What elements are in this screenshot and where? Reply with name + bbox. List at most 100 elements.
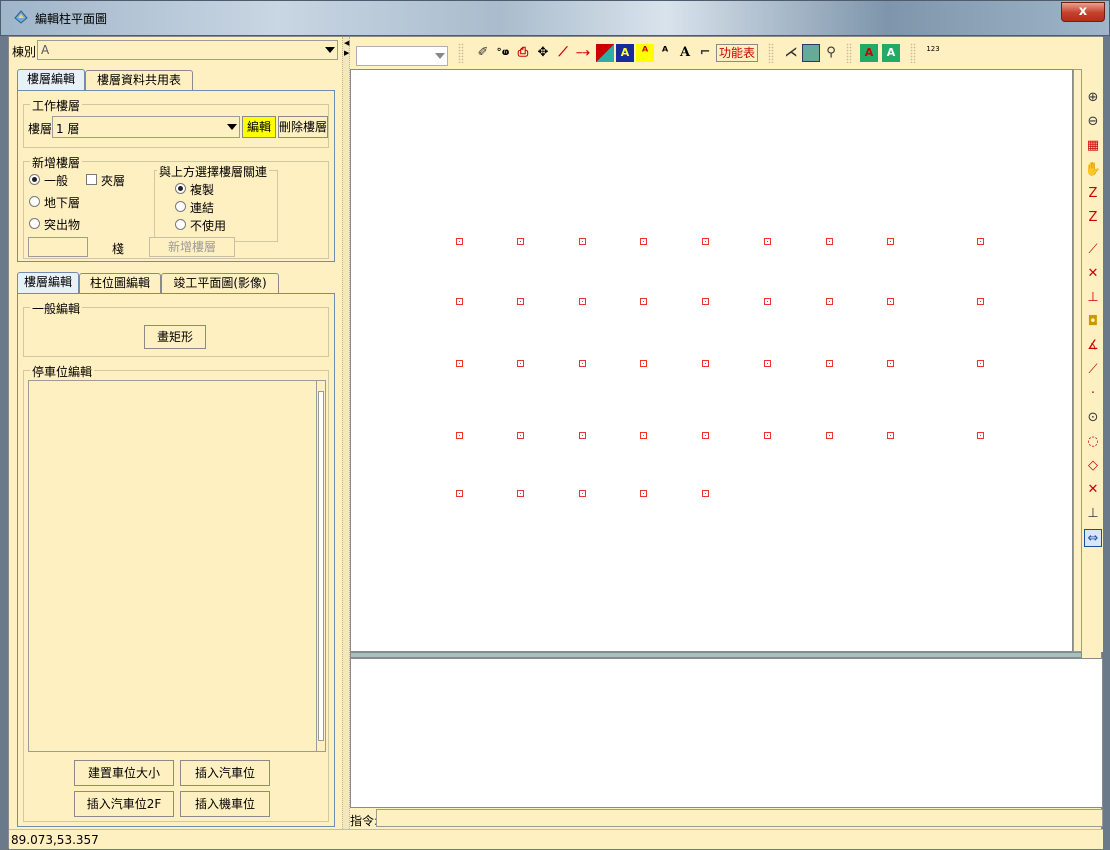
insert-motorcycle-space-button[interactable]: 插入機車位 [180,791,270,817]
add-floor-button[interactable]: 新增樓層 [149,237,235,257]
floor-type-protrusion-radio[interactable] [29,218,40,229]
panel-splitter[interactable]: ◀ ▶ [342,37,350,829]
building-select[interactable]: A [37,40,338,60]
text-style-icon[interactable]: ᴬ [636,44,654,62]
text-icon[interactable]: A [676,44,694,62]
scroll-thumb[interactable] [318,391,324,741]
column-marker[interactable] [579,298,586,305]
collapse-left-icon[interactable]: ◀ [344,39,349,47]
column-marker[interactable] [517,490,524,497]
column-marker[interactable] [456,490,463,497]
insert-car-space-2f-button[interactable]: 插入汽車位2F [74,791,174,817]
zoom-icon[interactable]: ⚲ [822,44,840,62]
create-space-size-button[interactable]: 建置車位大小 [74,760,174,786]
quadrant-icon[interactable]: ◇ [1084,457,1102,475]
column-marker[interactable] [887,238,894,245]
fill-icon[interactable] [596,44,614,62]
text-green2-icon[interactable]: A [882,44,900,62]
column-marker[interactable] [702,360,709,367]
command-input[interactable] [376,809,1103,827]
draw-rectangle-button[interactable]: 畫矩形 [144,325,206,349]
drawing-canvas[interactable] [350,69,1073,652]
text-green1-icon[interactable]: A [860,44,878,62]
column-marker[interactable] [764,432,771,439]
pan-icon[interactable]: ✋ [1084,161,1102,179]
column-marker[interactable] [640,298,647,305]
column-marker[interactable] [517,432,524,439]
floor-count-input[interactable] [28,237,88,257]
column-marker[interactable] [640,360,647,367]
column-marker[interactable] [826,432,833,439]
floor-select[interactable]: 1 層 [52,116,240,138]
tangent-icon[interactable]: ⟋ [1084,361,1102,379]
dimension-icon[interactable]: ⇔ [1084,529,1102,547]
column-marker[interactable] [826,360,833,367]
column-marker[interactable] [640,432,647,439]
intersection-icon[interactable]: ✕ [1084,481,1102,499]
column-marker[interactable] [887,298,894,305]
column-marker[interactable] [517,360,524,367]
column-marker[interactable] [702,298,709,305]
column-marker[interactable] [977,432,984,439]
tab-floor-edit-2[interactable]: 樓層編輯 [17,272,79,293]
column-marker[interactable] [579,238,586,245]
column-marker[interactable] [517,298,524,305]
column-marker[interactable] [977,298,984,305]
zoom-z1-icon[interactable]: Z [1084,185,1102,203]
angle-icon[interactable]: ∡ [1084,337,1102,355]
move-icon[interactable]: ✥ [534,44,552,62]
insert-car-space-button[interactable]: 插入汽車位 [180,760,270,786]
column-marker[interactable] [764,298,771,305]
line-icon[interactable]: ⟋ [554,44,572,62]
tab-floor-shared-table[interactable]: 樓層資料共用表 [85,70,193,90]
column-marker[interactable] [887,432,894,439]
edit-floor-button[interactable]: 編輯 [242,116,276,138]
tab-column-plan-edit[interactable]: 柱位圖編輯 [79,273,161,293]
line-tool-icon[interactable]: ⟋ [1084,241,1102,259]
zoom-in-icon[interactable]: ⊕ [1084,89,1102,107]
column-marker[interactable] [456,298,463,305]
delete-floor-button[interactable]: 刪除樓層 [278,116,328,138]
column-marker[interactable] [702,238,709,245]
node-icon[interactable]: ◘ [1084,313,1102,331]
parking-list-scrollbar[interactable] [316,381,325,751]
layer-combo[interactable] [356,46,448,66]
relation-none-radio[interactable] [175,219,186,230]
column-marker[interactable] [579,360,586,367]
column-marker[interactable] [456,432,463,439]
column-marker[interactable] [887,360,894,367]
column-marker[interactable] [764,238,771,245]
column-marker[interactable] [826,298,833,305]
tab-floor-edit[interactable]: 樓層編輯 [17,69,85,90]
text-angle-icon[interactable]: ᴬ [656,44,674,62]
column-marker[interactable] [977,360,984,367]
column-marker[interactable] [517,238,524,245]
window-title-bar[interactable]: 編輯柱平面圖 x [0,0,1110,36]
perpendicular2-icon[interactable]: ⊥ [1084,505,1102,523]
point-icon[interactable]: · [1084,385,1102,403]
column-marker[interactable] [977,238,984,245]
column-marker[interactable] [640,238,647,245]
zoom-z2-icon[interactable]: Z [1084,209,1102,227]
function-table-button[interactable]: 功能表 [716,44,758,62]
canvas-vertical-scrollbar[interactable] [1073,69,1082,652]
relation-copy-radio[interactable] [175,183,186,194]
zoom-out-icon[interactable]: ⊖ [1084,113,1102,131]
circle-center-icon[interactable]: ⊙ [1084,409,1102,427]
column-marker[interactable] [456,238,463,245]
snap-icon[interactable]: °ⱷ [494,44,512,62]
column-marker[interactable] [640,490,647,497]
zoom-window-icon[interactable]: ▦ [1084,137,1102,155]
polyline-icon[interactable]: ⋌ [782,44,800,62]
tab-as-built-plan[interactable]: 竣工平面圖(影像) [161,273,279,293]
floor-type-basement-radio[interactable] [29,196,40,207]
cross-icon[interactable]: ✕ [1084,265,1102,283]
column-marker[interactable] [456,360,463,367]
collapse-right-icon[interactable]: ▶ [344,49,349,57]
column-marker[interactable] [826,238,833,245]
pencil-icon[interactable]: ✐ [474,44,492,62]
layer-icon[interactable] [802,44,820,62]
relation-link-radio[interactable] [175,201,186,212]
extend-icon[interactable]: ⤍ [574,44,592,62]
column-marker[interactable] [579,490,586,497]
